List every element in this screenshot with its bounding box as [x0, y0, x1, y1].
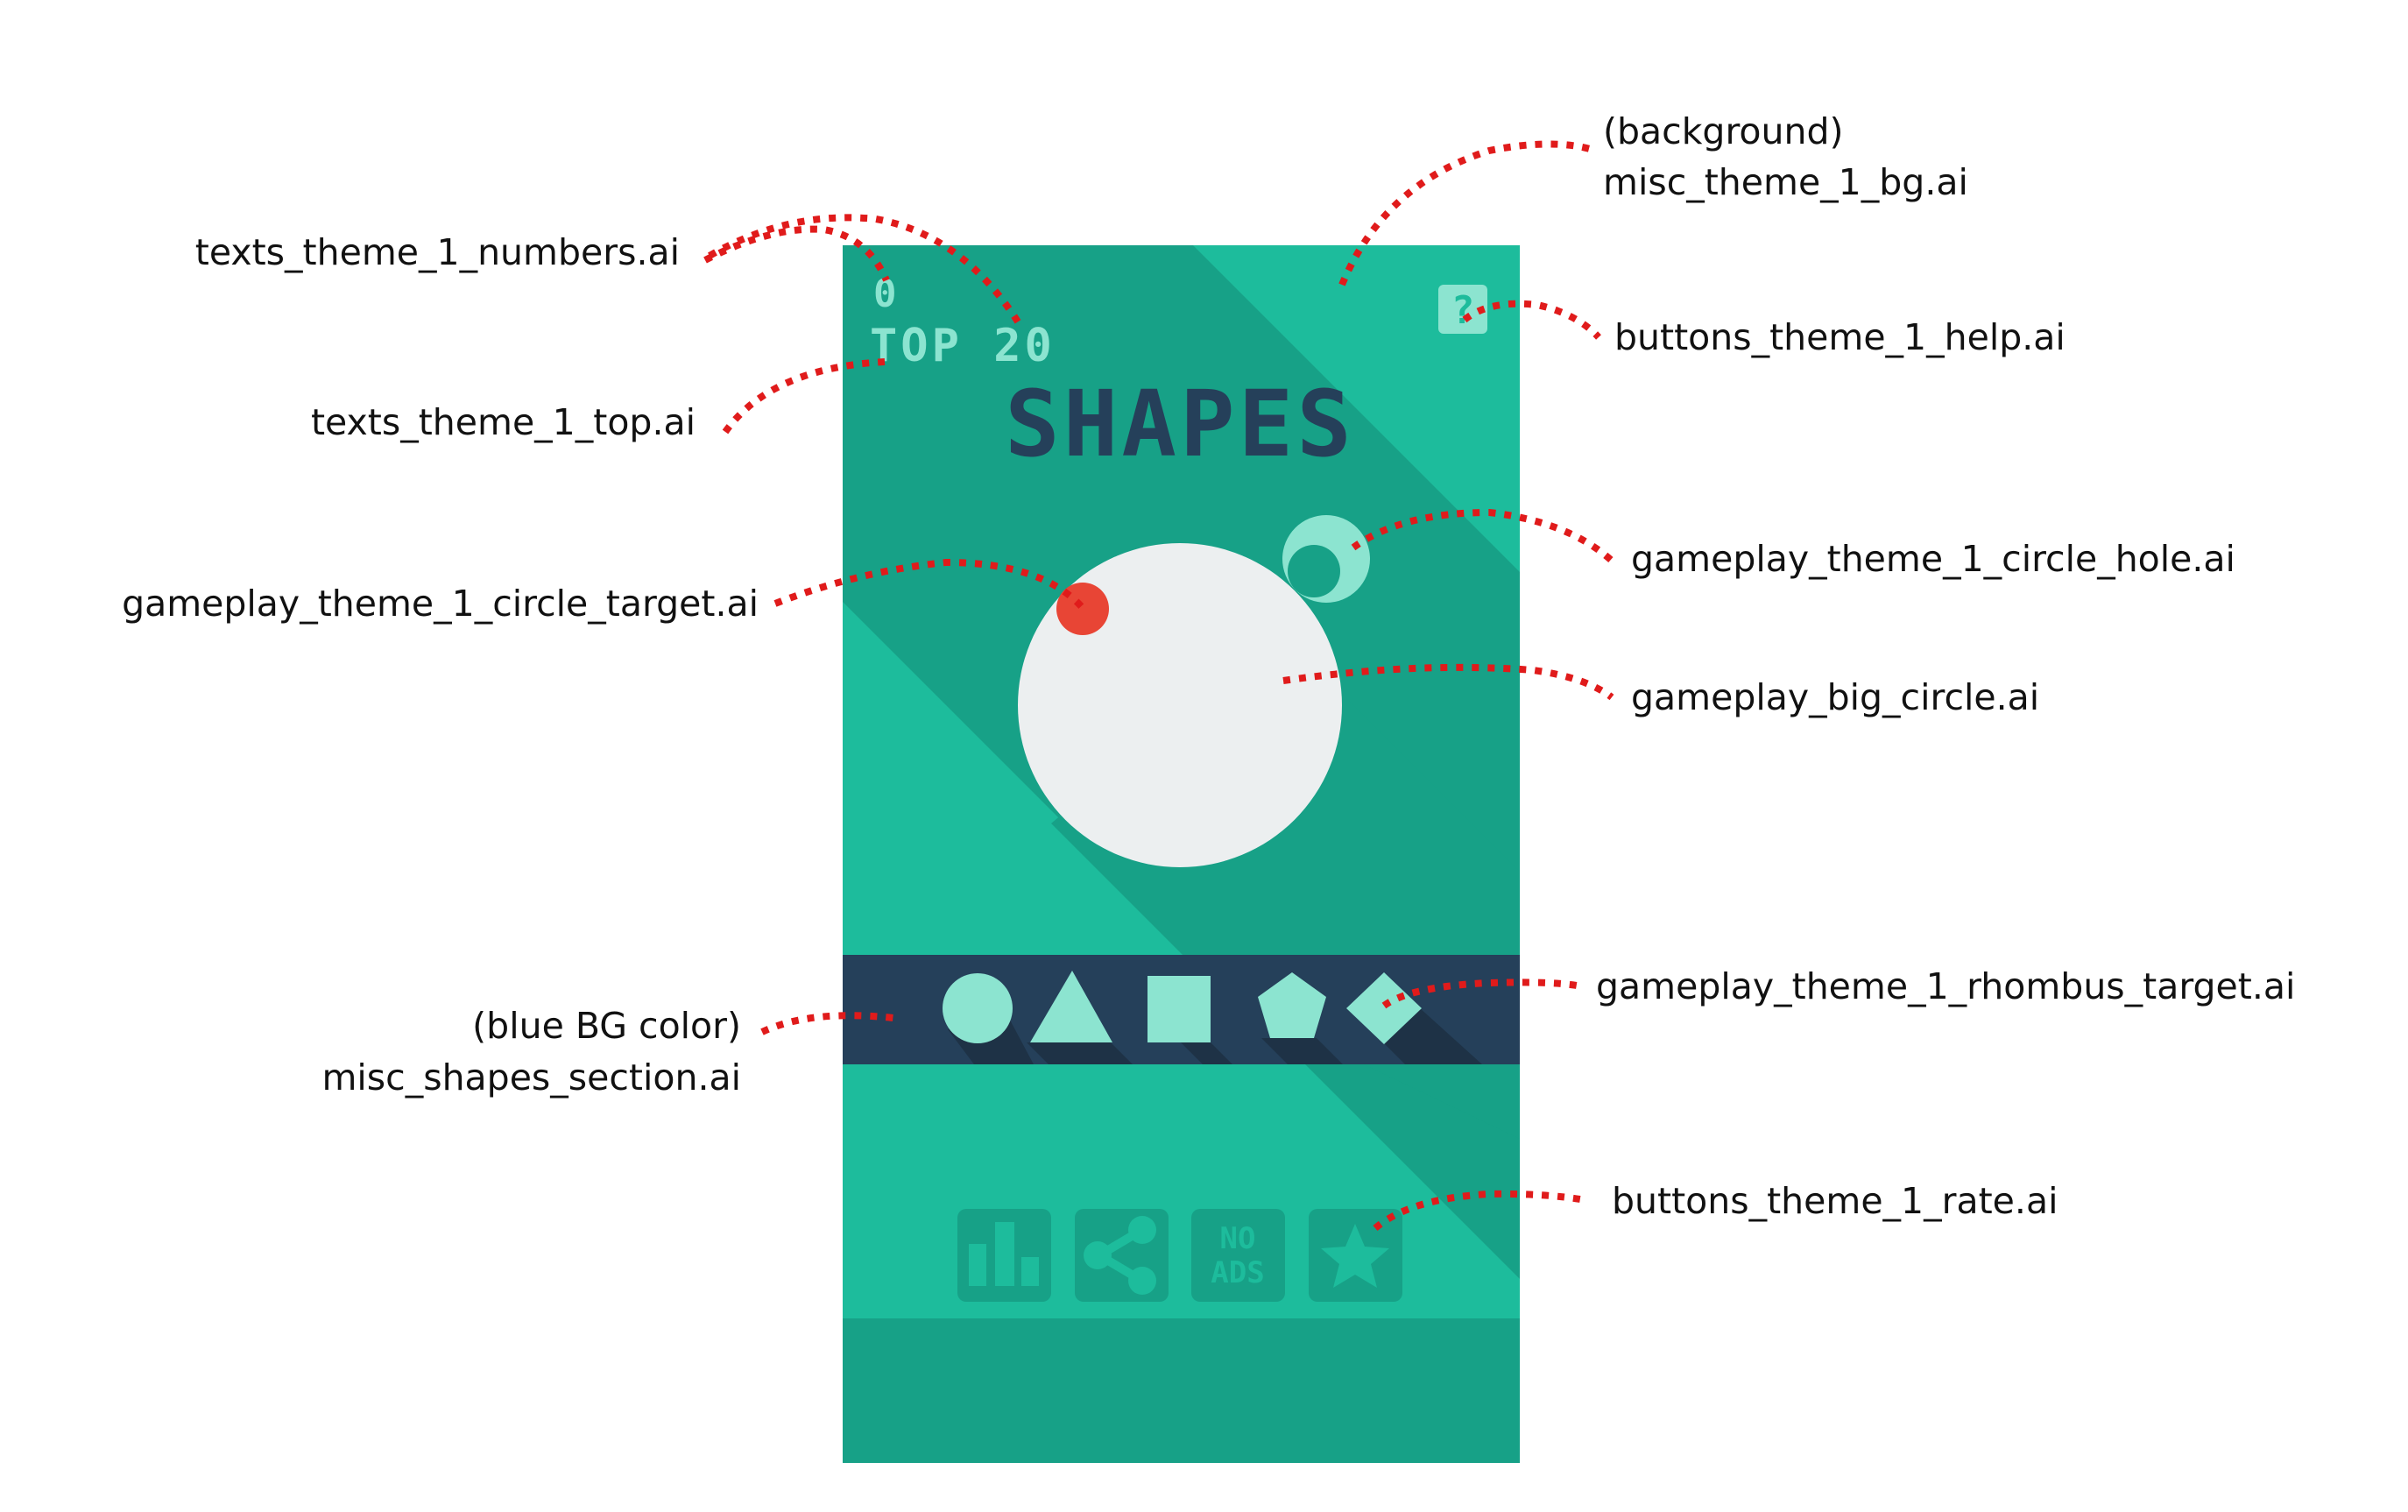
rate-button[interactable]: [1309, 1209, 1402, 1302]
square-shape[interactable]: [1148, 976, 1211, 1042]
label-big-circle: gameplay_big_circle.ai: [1631, 676, 2039, 718]
label-circle-hole: gameplay_theme_1_circle_hole.ai: [1631, 538, 2235, 580]
help-icon[interactable]: ?: [1451, 288, 1475, 333]
label-top: texts_theme_1_top.ai: [311, 401, 696, 443]
no-ads-button[interactable]: NO ADS: [1191, 1209, 1285, 1302]
label-circle-target: gameplay_theme_1_circle_target.ai: [122, 583, 759, 625]
label-background-line1: (background): [1603, 110, 1844, 152]
leaderboard-button[interactable]: [957, 1209, 1051, 1302]
circle-hole-inner: [1288, 545, 1340, 597]
game-title: SHAPES: [1005, 371, 1355, 477]
label-shapes-section-line1: (blue BG color): [472, 1005, 741, 1047]
no-ads-label-line2[interactable]: ADS: [1211, 1255, 1264, 1290]
diagram-canvas: 0 TOP 20 ? SHAPES NO ADS texts_theme_1_n…: [122, 110, 2295, 1463]
label-numbers: texts_theme_1_numbers.ai: [195, 231, 680, 273]
circle-target[interactable]: [1056, 583, 1109, 635]
label-background-line2: misc_theme_1_bg.ai: [1603, 161, 1968, 203]
top-score-text: TOP 20: [870, 320, 1056, 372]
bottom-band: [843, 1318, 1520, 1463]
shapes-section: [843, 955, 1520, 1064]
circle-shape[interactable]: [943, 973, 1013, 1043]
share-button[interactable]: [1075, 1209, 1169, 1302]
label-rhombus: gameplay_theme_1_rhombus_target.ai: [1596, 965, 2295, 1007]
label-shapes-section-line2: misc_shapes_section.ai: [321, 1056, 741, 1099]
circle-hole: [1282, 515, 1370, 603]
phone-screen: 0 TOP 20 ? SHAPES NO ADS: [843, 245, 1520, 1463]
label-help: buttons_theme_1_help.ai: [1614, 316, 2066, 358]
label-rate: buttons_theme_1_rate.ai: [1612, 1180, 2058, 1222]
no-ads-label-line1[interactable]: NO: [1220, 1221, 1256, 1256]
